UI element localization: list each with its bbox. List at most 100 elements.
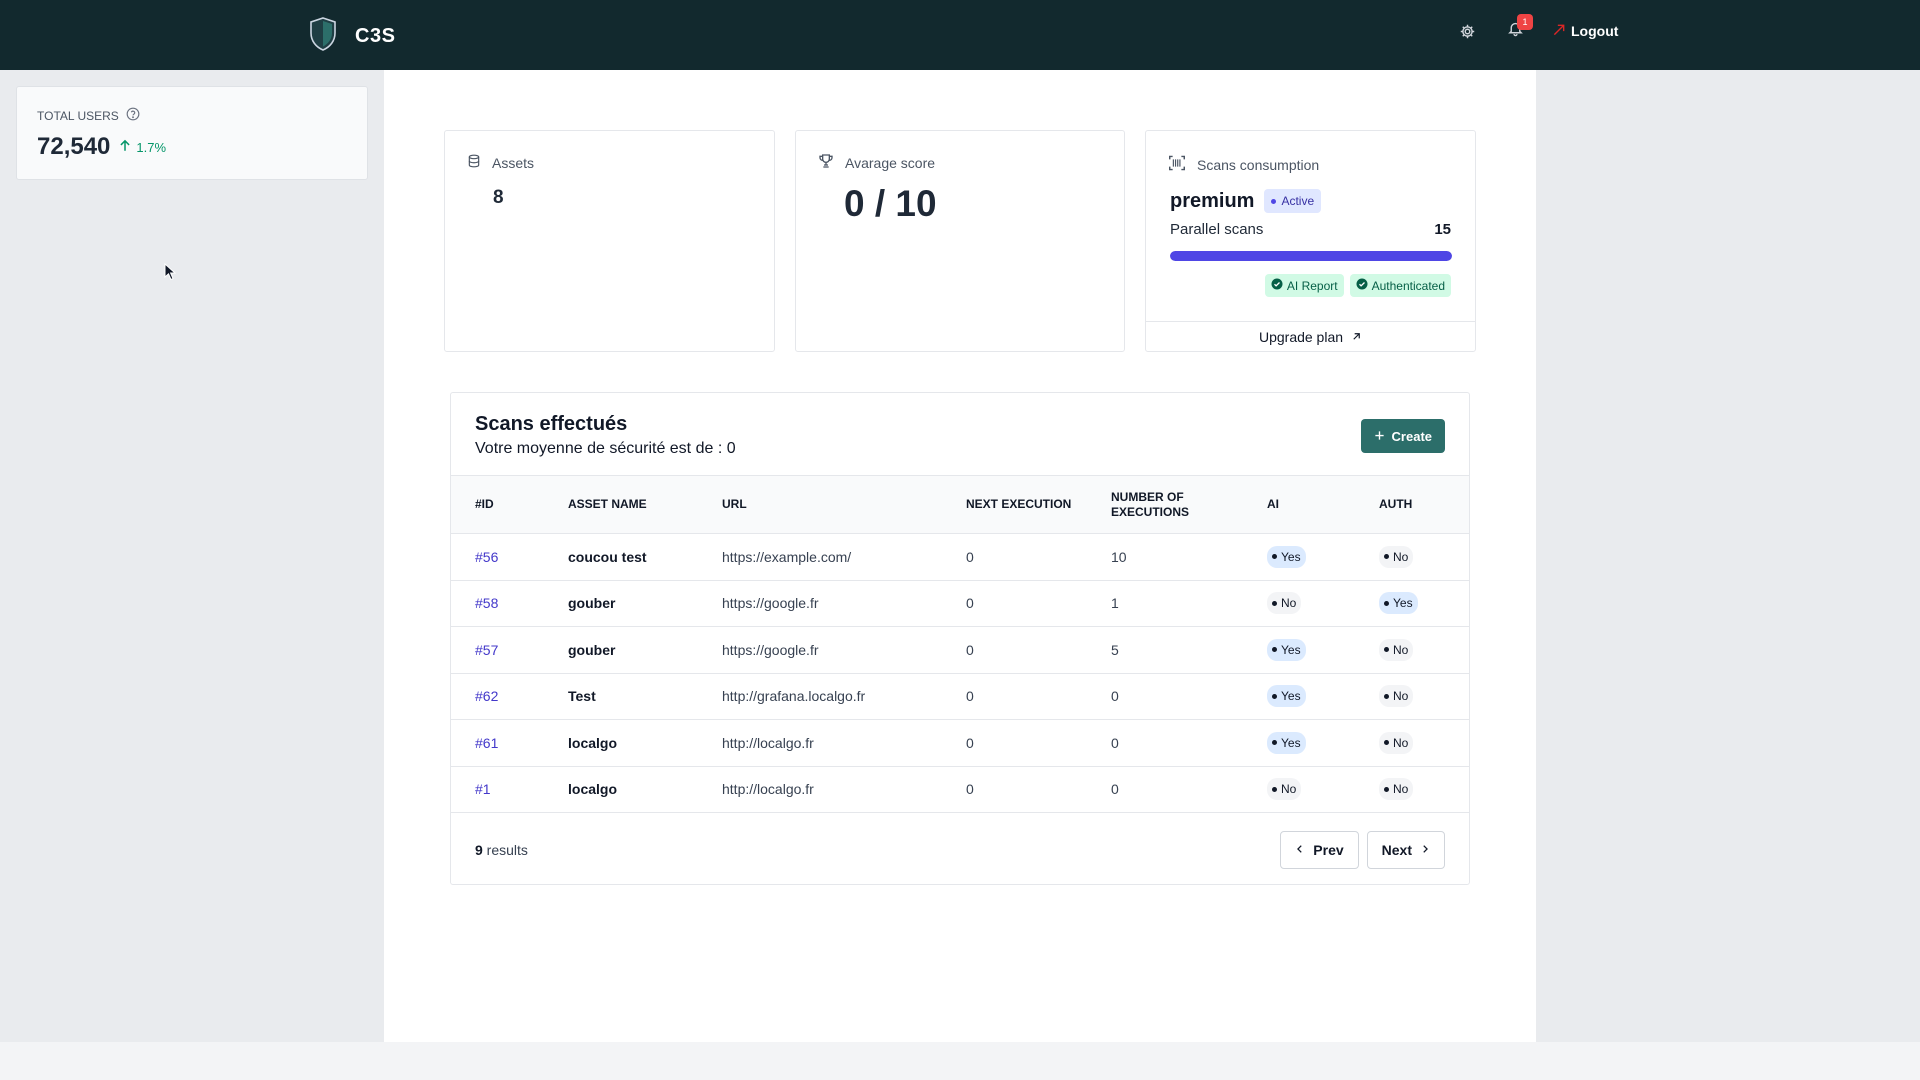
- create-button[interactable]: Create: [1360, 419, 1445, 453]
- column-header-auth[interactable]: AUTH: [1355, 476, 1469, 534]
- status-dot: [1272, 786, 1277, 792]
- total-users-label-row: TOTAL USERS: [37, 107, 347, 124]
- column-header-asset-name[interactable]: ASSET NAME: [544, 476, 698, 534]
- total-users-value: 72,540: [37, 133, 111, 160]
- logout-icon: [1552, 23, 1566, 40]
- auth-cell: No: [1355, 534, 1469, 581]
- status-dot: [1384, 740, 1389, 746]
- assets-card: Assets 8: [444, 130, 775, 352]
- table-row[interactable]: #57 gouber https://google.fr 0 5 Yes No: [451, 627, 1469, 674]
- column-header-number-of-executions[interactable]: NUMBER OF EXECUTIONS: [1087, 476, 1243, 534]
- scan-id-link[interactable]: #62: [475, 688, 498, 704]
- plus-icon: [1374, 429, 1385, 444]
- parallel-scans-label: Parallel scans: [1170, 221, 1264, 238]
- upgrade-plan-link[interactable]: Upgrade plan: [1146, 321, 1475, 351]
- number-of-executions-cell: 0: [1111, 734, 1119, 751]
- chevron-right-icon: [1420, 842, 1430, 858]
- table-row[interactable]: #61 localgo http://localgo.fr 0 0 Yes No: [451, 720, 1469, 767]
- scan-id-link[interactable]: #57: [475, 642, 498, 658]
- footer-strip: [0, 1042, 1920, 1080]
- parallel-scans-progress: [1170, 251, 1452, 261]
- ai-status-label: No: [1281, 596, 1297, 611]
- brand[interactable]: C3S: [309, 17, 395, 56]
- prev-page-label: Prev: [1313, 842, 1344, 858]
- table-row[interactable]: #62 Test http://grafana.localgo.fr 0 0 Yes No: [451, 673, 1469, 720]
- feature-badge-authenticated: Authenticated: [1349, 274, 1451, 297]
- question-circle-icon[interactable]: [126, 107, 140, 124]
- scans-consumption-card: Scans consumption premium Active Paralle…: [1145, 130, 1476, 352]
- next-page-label: Next: [1381, 842, 1412, 858]
- number-of-executions-cell: 10: [1111, 548, 1127, 565]
- chevron-left-icon: [1295, 842, 1305, 858]
- asset-name-cell: gouber: [568, 595, 616, 612]
- ai-status-badge: Yes: [1267, 685, 1306, 708]
- prev-page-button[interactable]: Prev: [1280, 831, 1359, 869]
- ai-cell: Yes: [1243, 673, 1355, 720]
- status-dot: [1272, 693, 1277, 699]
- average-score-card: Avarage score 0 / 10: [795, 130, 1125, 352]
- results-summary: 9 results: [475, 842, 528, 858]
- feature-badge-ai-report: AI Report: [1264, 274, 1344, 297]
- next-execution-cell: 0: [966, 641, 974, 658]
- column-header-id[interactable]: #ID: [451, 476, 544, 534]
- scan-id-link[interactable]: #61: [475, 735, 498, 751]
- notification-count-badge: 1: [1517, 14, 1533, 30]
- status-dot: [1271, 198, 1277, 204]
- ai-status-badge: Yes: [1267, 638, 1306, 661]
- average-score-value: 0 / 10: [844, 183, 937, 224]
- ai-status-badge: No: [1267, 778, 1302, 801]
- ai-status-badge: Yes: [1267, 731, 1306, 754]
- table-header-row: #ID ASSET NAME URL NEXT EXECUTION NUMBER…: [451, 475, 1469, 534]
- app-name: C3S: [355, 25, 396, 47]
- ai-cell: Yes: [1243, 627, 1355, 674]
- next-page-button[interactable]: Next: [1366, 831, 1445, 869]
- total-users-delta-value: 1.7%: [136, 139, 167, 155]
- ai-status-label: No: [1281, 782, 1297, 797]
- table-row[interactable]: #58 gouber https://google.fr 0 1 No Yes: [451, 580, 1469, 627]
- column-header-ai[interactable]: AI: [1243, 476, 1355, 534]
- column-header-next-execution[interactable]: NEXT EXECUTION: [942, 476, 1087, 534]
- auth-status-label: No: [1393, 549, 1409, 564]
- next-execution-cell: 0: [966, 595, 974, 612]
- trophy-icon: [818, 153, 834, 172]
- plan-name: premium: [1170, 189, 1255, 212]
- status-dot: [1384, 693, 1389, 699]
- top-navbar: C3S 1 Logout: [0, 0, 1920, 70]
- url-cell: http://grafana.localgo.fr: [722, 688, 866, 705]
- number-of-executions-cell: 0: [1111, 781, 1119, 798]
- next-execution-cell: 0: [966, 548, 974, 565]
- table-row[interactable]: #1 localgo http://localgo.fr 0 0 No No: [451, 766, 1469, 813]
- ai-cell: No: [1243, 580, 1355, 627]
- results-count: 9: [475, 842, 483, 858]
- plan-status: Active: [1281, 194, 1315, 208]
- scan-id-link[interactable]: #58: [475, 595, 498, 611]
- table-row[interactable]: #56 coucou test https://example.com/0 10 Yes…: [451, 534, 1469, 581]
- auth-status-badge: No: [1379, 545, 1414, 568]
- scans-title: Scans effectués: [475, 413, 628, 435]
- url-cell: http://localgo.fr: [722, 734, 814, 751]
- next-execution-cell: 0: [966, 688, 974, 705]
- auth-status-label: No: [1393, 782, 1409, 797]
- ai-cell: Yes: [1243, 534, 1355, 581]
- scan-id-link[interactable]: #1: [475, 781, 491, 797]
- ai-cell: Yes: [1243, 720, 1355, 767]
- pagination: Prev Next: [1280, 831, 1445, 869]
- assets-label: Assets: [492, 154, 535, 171]
- asset-name-cell: coucou test: [568, 548, 647, 565]
- database-icon: [467, 153, 481, 172]
- upgrade-plan-label: Upgrade plan: [1258, 328, 1344, 345]
- auth-cell: No: [1355, 673, 1469, 720]
- notifications-button[interactable]: 1: [1504, 14, 1533, 42]
- logout-button[interactable]: Logout: [1552, 23, 1618, 40]
- total-users-delta: 1.7%: [118, 138, 166, 156]
- status-dot: [1272, 554, 1277, 560]
- ai-status-label: Yes: [1281, 549, 1301, 564]
- scans-subtitle: Votre moyenne de sécurité est de : 0: [475, 440, 736, 457]
- gear-icon[interactable]: [1456, 20, 1478, 42]
- total-users-label: TOTAL USERS: [37, 108, 119, 123]
- ai-status-badge: No: [1267, 592, 1302, 615]
- scan-id-link[interactable]: #56: [475, 549, 498, 565]
- mouse-cursor-icon: [164, 262, 177, 286]
- column-header-url[interactable]: URL: [698, 476, 942, 534]
- url-cell: https://example.com/: [722, 548, 852, 565]
